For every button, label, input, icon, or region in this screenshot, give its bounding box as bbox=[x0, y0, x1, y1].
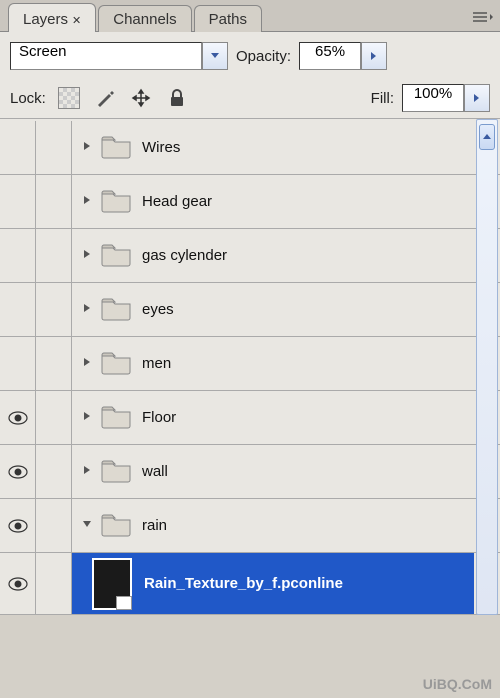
chevron-right-icon[interactable] bbox=[80, 301, 94, 318]
lock-transparency-icon[interactable] bbox=[58, 87, 80, 109]
chevron-right-icon[interactable] bbox=[80, 463, 94, 480]
scrollbar[interactable] bbox=[476, 119, 498, 615]
layers-list: Wires Head gear gas cylender eyes men Floor wa… bbox=[0, 119, 500, 615]
tab-channels[interactable]: Channels bbox=[98, 5, 191, 32]
fill-input[interactable]: 100% bbox=[402, 84, 490, 112]
folder-icon bbox=[100, 403, 132, 432]
folder-icon bbox=[100, 457, 132, 486]
chevron-right-icon[interactable] bbox=[80, 193, 94, 210]
layer-row[interactable]: Floor bbox=[0, 391, 500, 445]
layer-row[interactable]: rain bbox=[0, 499, 500, 553]
opacity-input[interactable]: 65% bbox=[299, 42, 387, 70]
chevron-right-icon[interactable] bbox=[361, 42, 387, 70]
layer-name: Wires bbox=[142, 139, 180, 156]
folder-icon bbox=[100, 349, 132, 378]
layer-row[interactable]: men bbox=[0, 337, 500, 391]
chevron-right-icon[interactable] bbox=[80, 139, 94, 156]
layer-name: wall bbox=[142, 463, 168, 480]
folder-icon bbox=[100, 511, 132, 540]
visibility-toggle[interactable] bbox=[0, 337, 36, 390]
visibility-toggle[interactable] bbox=[0, 229, 36, 282]
chevron-down-icon[interactable] bbox=[202, 42, 228, 70]
tabs-bar: Layers✕ Channels Paths bbox=[0, 0, 500, 32]
link-cell[interactable] bbox=[36, 337, 72, 390]
visibility-toggle[interactable] bbox=[0, 391, 36, 444]
folder-icon bbox=[100, 295, 132, 324]
layer-name: Floor bbox=[142, 409, 176, 426]
layer-name: rain bbox=[142, 517, 167, 534]
chevron-right-icon[interactable] bbox=[80, 247, 94, 264]
chevron-right-icon[interactable] bbox=[80, 355, 94, 372]
panel-menu-icon[interactable] bbox=[472, 10, 494, 27]
folder-icon bbox=[100, 187, 132, 216]
blend-mode-value: Screen bbox=[10, 42, 202, 70]
lock-label: Lock: bbox=[10, 90, 46, 107]
layer-row[interactable]: Wires bbox=[0, 121, 500, 175]
link-cell[interactable] bbox=[36, 175, 72, 228]
lock-pixels-icon[interactable] bbox=[94, 87, 116, 109]
opacity-label: Opacity: bbox=[236, 48, 291, 65]
close-icon[interactable]: ✕ bbox=[72, 15, 81, 27]
layer-row[interactable]: wall bbox=[0, 445, 500, 499]
layer-name: eyes bbox=[142, 301, 174, 318]
tab-layers[interactable]: Layers✕ bbox=[8, 3, 96, 32]
layer-name: men bbox=[142, 355, 171, 372]
chevron-down-icon[interactable] bbox=[80, 517, 94, 534]
lock-position-icon[interactable] bbox=[130, 87, 152, 109]
watermark-bottom: UiBQ.CoM bbox=[423, 676, 492, 692]
layer-row-selected[interactable]: Rain_Texture_by_f.pconline bbox=[0, 553, 500, 615]
link-cell[interactable] bbox=[36, 391, 72, 444]
chevron-right-icon[interactable] bbox=[464, 84, 490, 112]
layer-name: Head gear bbox=[142, 193, 212, 210]
layer-row[interactable]: gas cylender bbox=[0, 229, 500, 283]
link-cell[interactable] bbox=[36, 283, 72, 336]
link-cell[interactable] bbox=[36, 553, 72, 614]
smart-object-icon bbox=[116, 596, 132, 610]
blend-mode-select[interactable]: Screen bbox=[10, 42, 228, 70]
link-cell[interactable] bbox=[36, 121, 72, 174]
chevron-right-icon[interactable] bbox=[80, 409, 94, 426]
folder-icon bbox=[100, 241, 132, 270]
layer-name: Rain_Texture_by_f.pconline bbox=[144, 575, 343, 592]
tab-paths[interactable]: Paths bbox=[194, 5, 262, 32]
link-cell[interactable] bbox=[36, 445, 72, 498]
link-cell[interactable] bbox=[36, 229, 72, 282]
visibility-toggle[interactable] bbox=[0, 283, 36, 336]
fill-label: Fill: bbox=[371, 90, 394, 107]
layer-name: gas cylender bbox=[142, 247, 227, 264]
visibility-toggle[interactable] bbox=[0, 121, 36, 174]
folder-icon bbox=[100, 133, 132, 162]
visibility-toggle[interactable] bbox=[0, 175, 36, 228]
layer-controls: Screen Opacity: 65% Lock: Fill: 100% bbox=[0, 32, 500, 119]
layer-row[interactable]: Head gear bbox=[0, 175, 500, 229]
visibility-toggle[interactable] bbox=[0, 553, 36, 614]
scrollbar-thumb[interactable] bbox=[479, 124, 495, 150]
link-cell[interactable] bbox=[36, 499, 72, 552]
visibility-toggle[interactable] bbox=[0, 445, 36, 498]
layer-row[interactable]: eyes bbox=[0, 283, 500, 337]
lock-all-icon[interactable] bbox=[166, 87, 188, 109]
layer-thumbnail[interactable] bbox=[92, 558, 132, 610]
visibility-toggle[interactable] bbox=[0, 499, 36, 552]
